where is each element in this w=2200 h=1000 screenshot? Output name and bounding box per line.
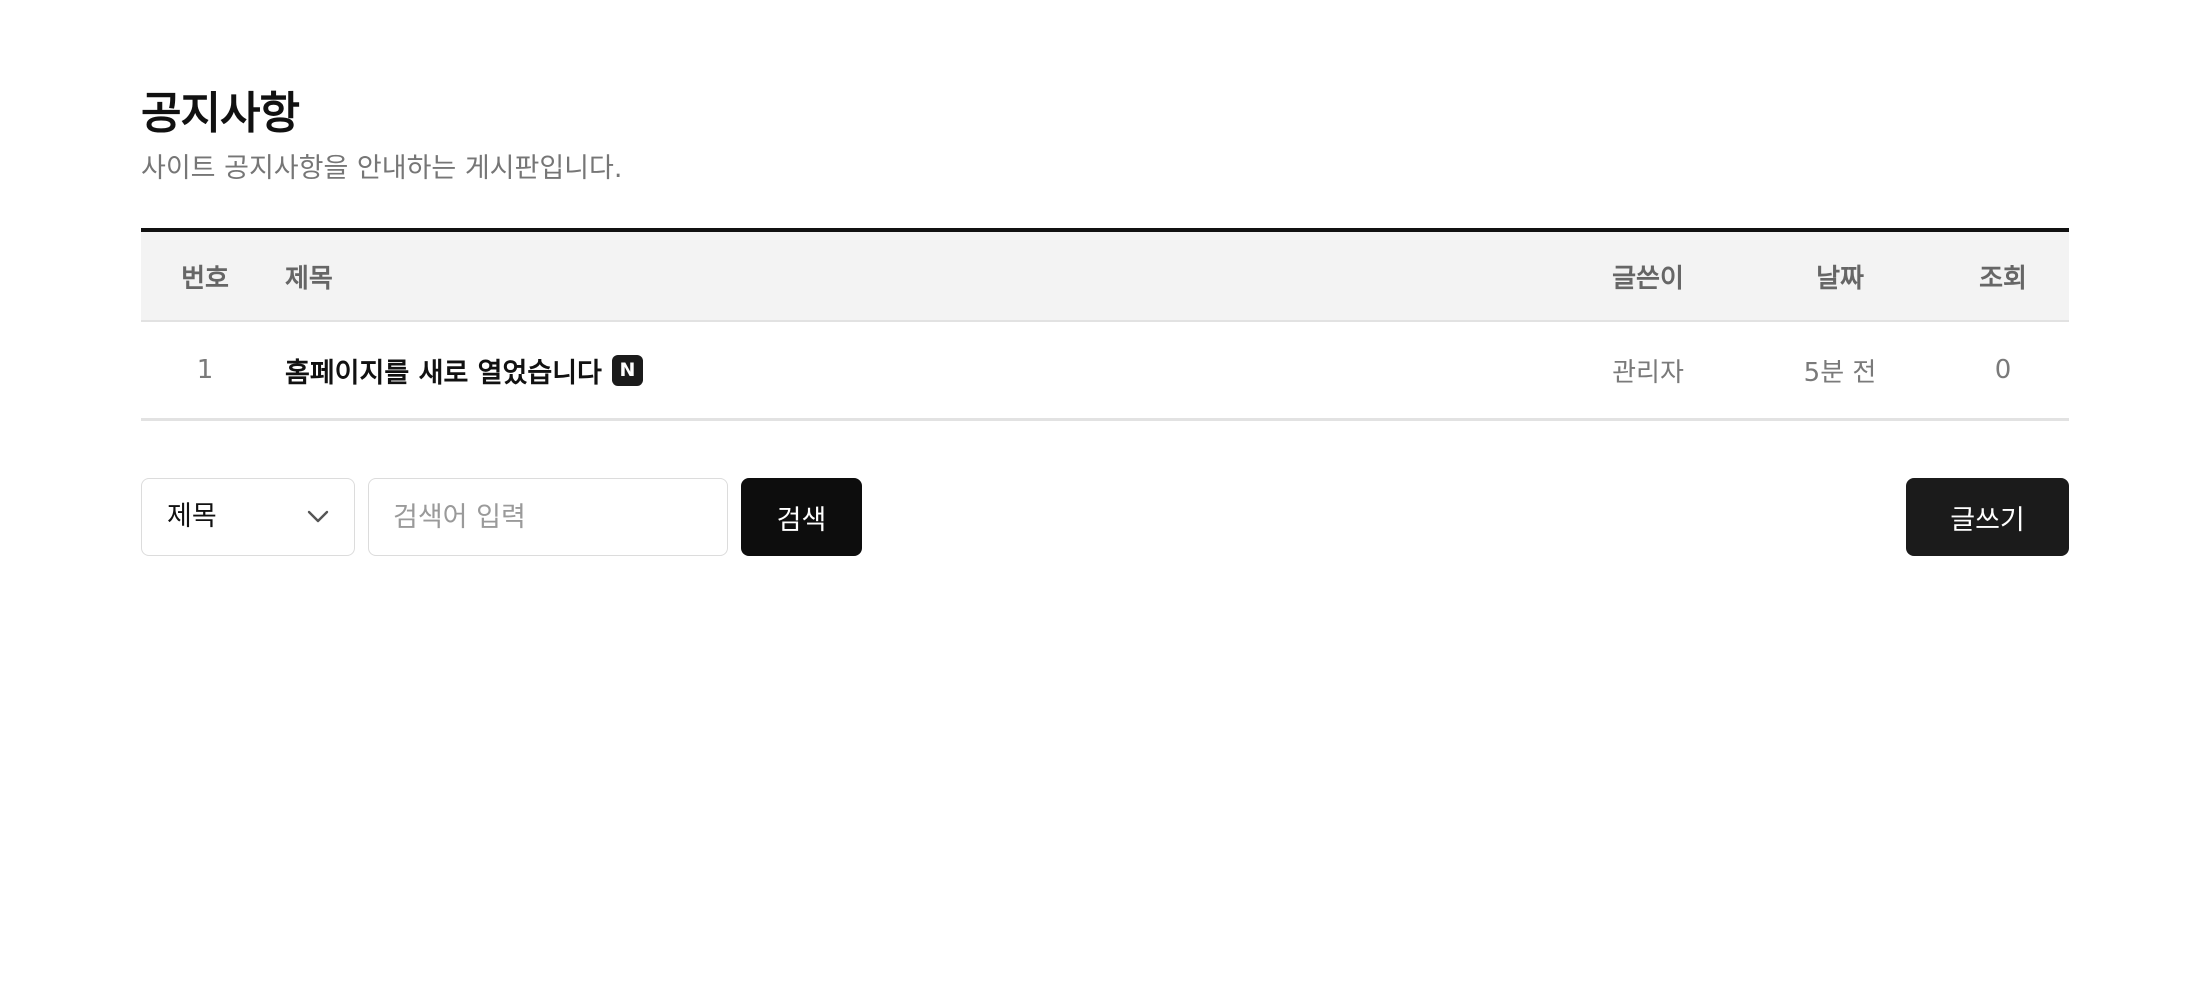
column-header-date: 날짜	[1743, 230, 1937, 322]
table-row: 1 홈페이지를 새로 열었습니다 N 관리자 5분 전 0	[141, 321, 2069, 421]
post-number: 1	[141, 321, 269, 421]
new-badge: N	[611, 354, 643, 386]
column-header-writer: 글쓴이	[1553, 230, 1743, 322]
post-title-cell: 홈페이지를 새로 열었습니다 N	[269, 321, 1553, 421]
search-bar: 제목 검색 글쓰기	[141, 478, 2069, 556]
column-header-number: 번호	[141, 230, 269, 322]
notice-board: 공지사항 사이트 공지사항을 안내하는 게시판입니다. 번호 제목 글쓴이 날짜…	[141, 86, 2069, 556]
notice-table: 번호 제목 글쓴이 날짜 조회 1 홈페이지를 새로 열었습니다 N 관리자 5분…	[141, 228, 2069, 421]
chevron-down-icon	[307, 510, 329, 523]
search-field-value: 제목	[167, 501, 217, 532]
write-button[interactable]: 글쓰기	[1906, 478, 2069, 556]
post-title-link[interactable]: 홈페이지를 새로 열었습니다	[285, 358, 602, 389]
column-header-views: 조회	[1937, 230, 2069, 322]
search-field-select[interactable]: 제목	[141, 478, 355, 556]
column-header-title: 제목	[269, 230, 1553, 322]
search-button[interactable]: 검색	[741, 478, 862, 556]
table-header-row: 번호 제목 글쓴이 날짜 조회	[141, 230, 2069, 322]
post-views: 0	[1937, 321, 2069, 421]
post-date: 5분 전	[1743, 321, 1937, 421]
page-subtitle: 사이트 공지사항을 안내하는 게시판입니다.	[141, 153, 623, 184]
post-writer: 관리자	[1553, 321, 1743, 421]
page-title: 공지사항	[141, 88, 300, 139]
search-input[interactable]	[368, 478, 728, 556]
